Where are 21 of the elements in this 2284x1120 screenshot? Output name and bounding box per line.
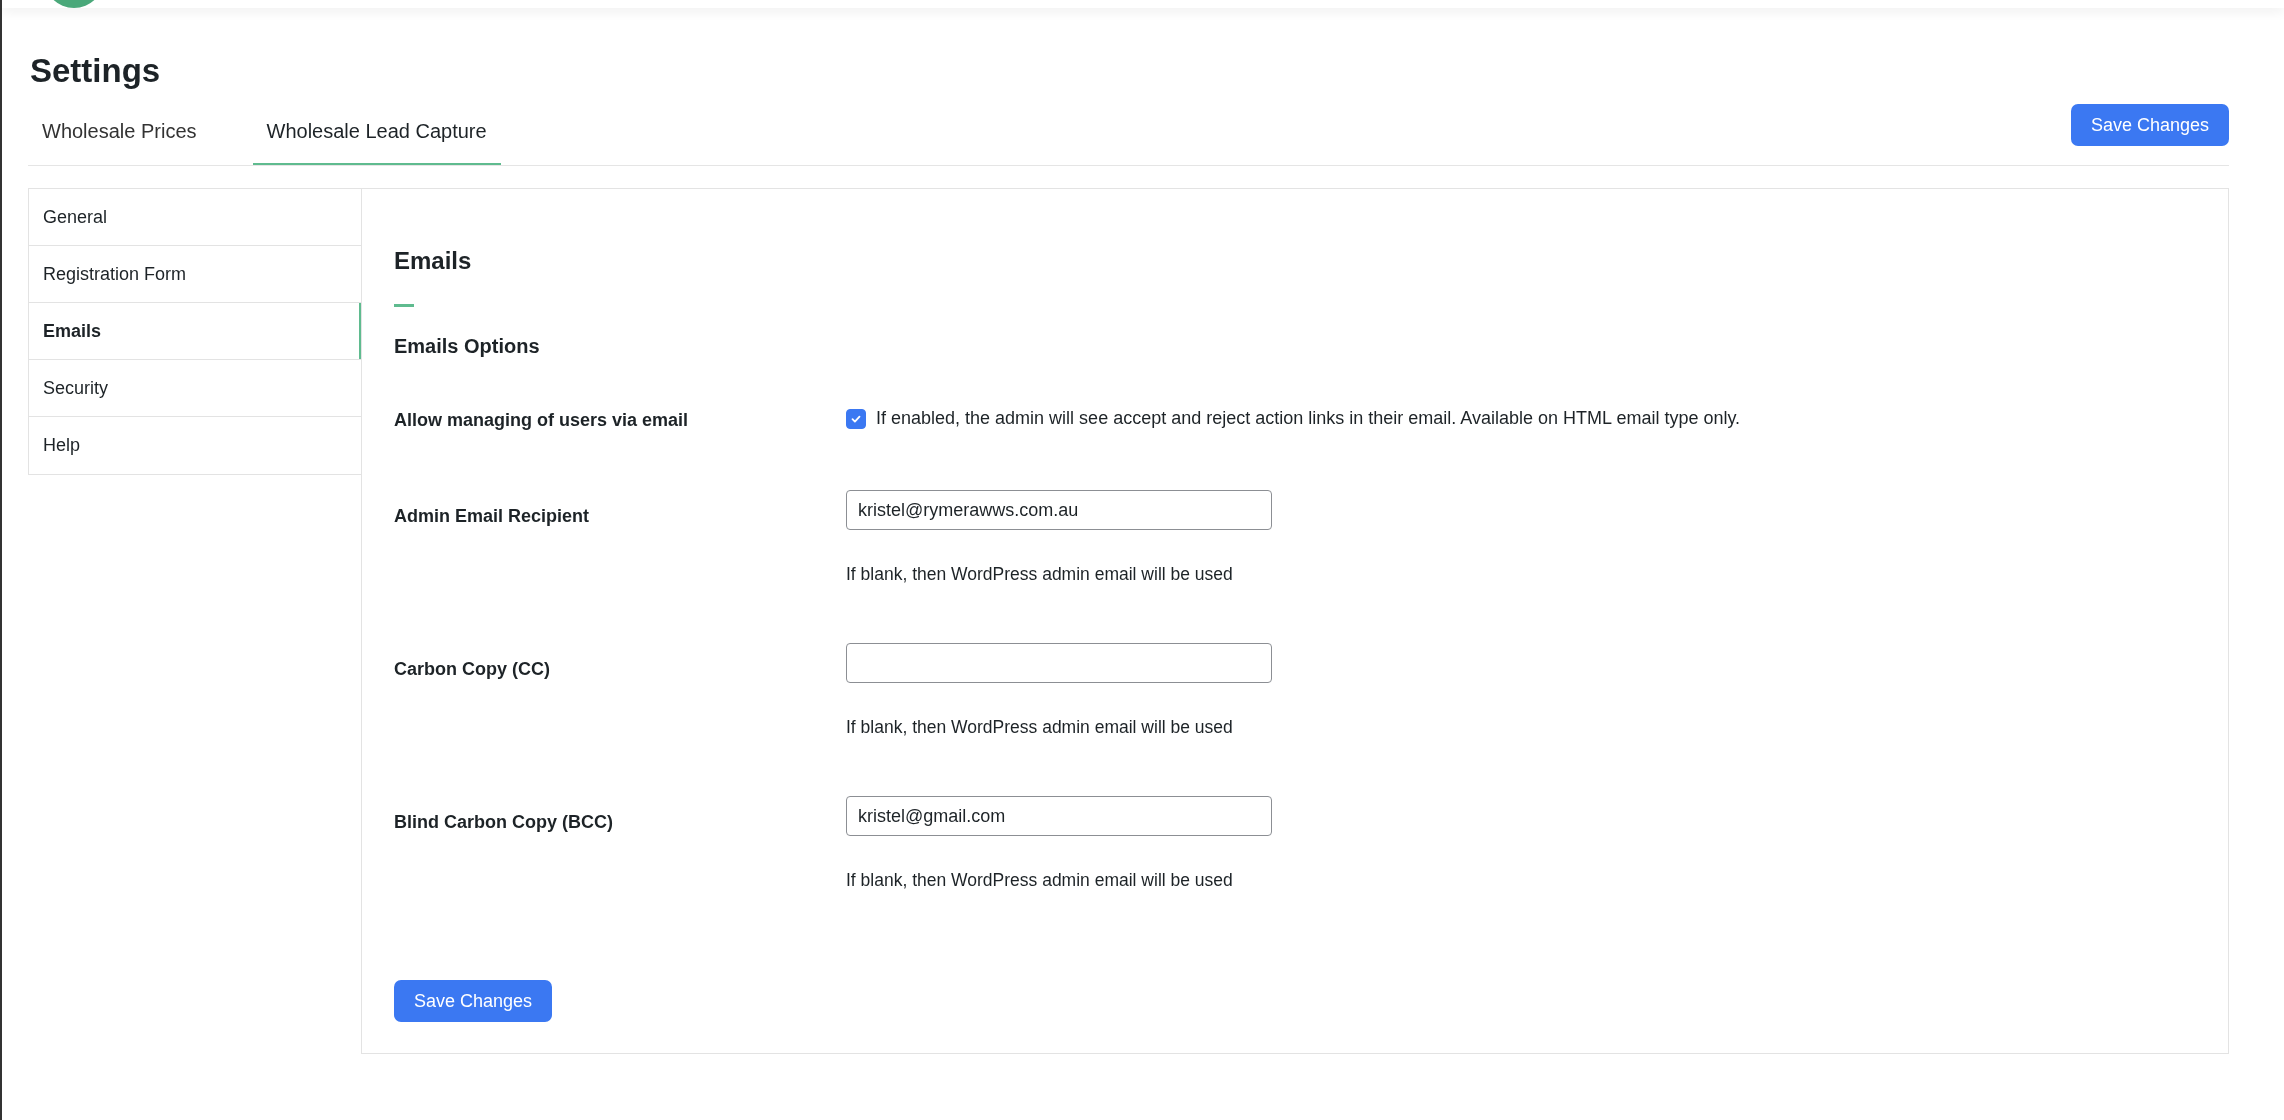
email-input-field[interactable]: kristel@gmail.com [846, 796, 1272, 836]
accent-line [394, 304, 414, 307]
email-input-field[interactable] [846, 643, 1272, 683]
checkbox-description: If enabled, the admin will see accept and reject action links in their email. Available on HTML email type only. [876, 408, 1741, 429]
field-label: Carbon Copy (CC) [394, 658, 551, 681]
field-label: Allow managing of users via email [394, 409, 690, 432]
save-button[interactable]: Save Changes [394, 980, 553, 1022]
field-hint: If blank, then WordPress admin email will be used [846, 717, 1233, 738]
save-button[interactable]: Save Changes [2070, 104, 2229, 146]
subsection-title: Emails Options [394, 335, 541, 358]
field-hint: If blank, then WordPress admin email will be used [846, 564, 1233, 585]
tab[interactable]: Wholesale Lead Capture [252, 104, 501, 165]
field-label: Admin Email Recipient [394, 505, 591, 528]
checkbox[interactable] [846, 408, 866, 429]
section-title: Emails [394, 247, 473, 275]
sidebar-item[interactable]: Emails [29, 303, 361, 360]
email-input-field[interactable]: kristel@rymerawws.com.au [846, 490, 1272, 530]
field-label: Blind Carbon Copy (BCC) [394, 811, 614, 834]
tab[interactable]: Wholesale Prices [28, 104, 211, 165]
page-title: Settings [30, 52, 162, 90]
field-hint: If blank, then WordPress admin email will be used [846, 870, 1233, 891]
